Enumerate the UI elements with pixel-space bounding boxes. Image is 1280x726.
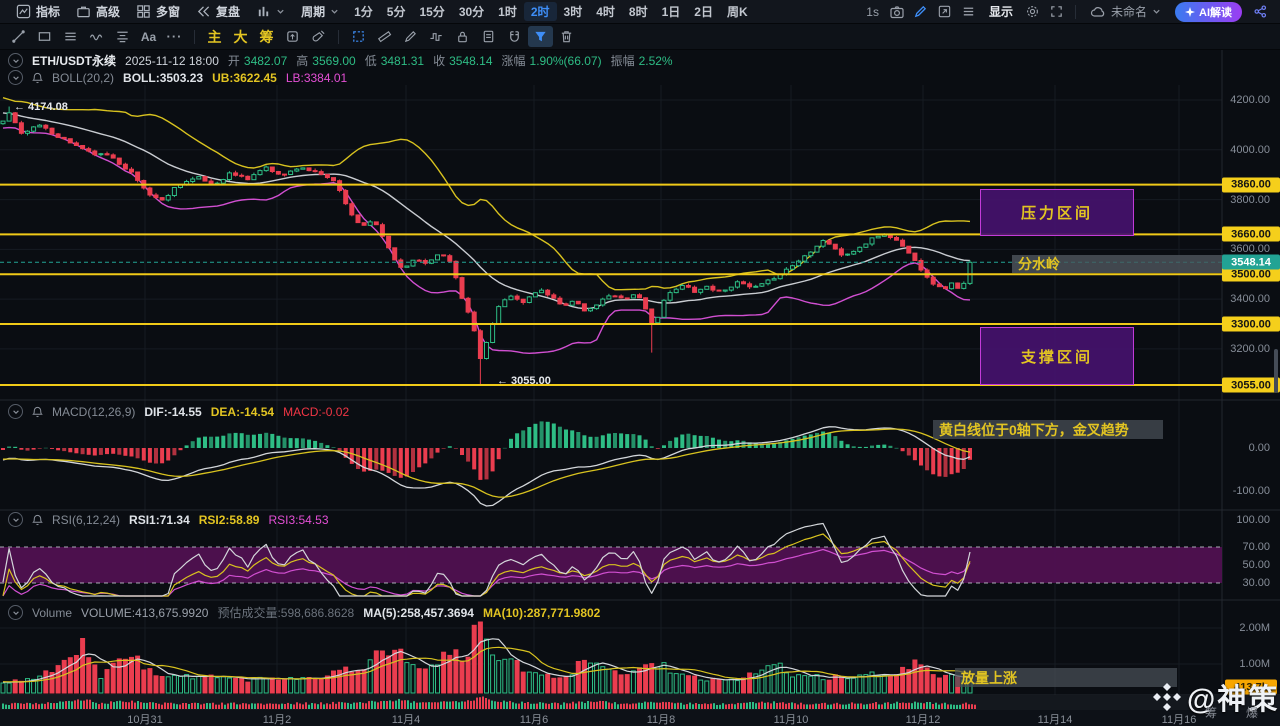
timeframe-4时[interactable]: 4时 (589, 2, 622, 21)
display-button[interactable]: 显示 (981, 3, 1021, 20)
advanced-button[interactable]: 高级 (68, 3, 128, 20)
list-icon (961, 4, 976, 19)
annotate-tool[interactable] (398, 26, 423, 47)
timeframe-8时[interactable]: 8时 (622, 2, 655, 21)
timeframe-周K[interactable]: 周K (720, 2, 755, 21)
filter-tool[interactable] (528, 26, 553, 47)
indicator-button[interactable]: 指标 (8, 3, 68, 20)
ai-analysis-button[interactable]: AI解读 (1175, 2, 1242, 22)
draw-mode-button[interactable] (909, 4, 933, 19)
pattern-tool[interactable] (424, 26, 449, 47)
note-icon (481, 29, 496, 44)
ruler-icon (377, 29, 392, 44)
display-label: 显示 (989, 3, 1013, 20)
divider (338, 30, 339, 44)
drawing-toolbar: Aa ··· 主 大 筹 (0, 24, 1280, 50)
layout-button[interactable]: 未命名 (1082, 3, 1169, 20)
chart-style-button[interactable] (248, 4, 293, 19)
timeframe-group: 1分5分15分30分1时2时3时4时8时1日2日周K (347, 2, 755, 21)
timeframe-3时[interactable]: 3时 (557, 2, 590, 21)
gear-icon (1025, 4, 1040, 19)
timeframe-30分[interactable]: 30分 (452, 2, 491, 21)
timeframe-1日[interactable]: 1日 (655, 2, 688, 21)
wave-icon (89, 29, 105, 44)
indicator-label: 指标 (36, 3, 60, 20)
large-chart-tool[interactable]: 大 (228, 26, 253, 47)
rotate-icon (285, 29, 300, 44)
share-icon (1253, 4, 1268, 19)
cloud-icon (1090, 4, 1106, 20)
chip-tool[interactable]: 筹 (254, 26, 279, 47)
multi-window-button[interactable]: 多窗 (128, 3, 188, 20)
chevron-down-icon (1152, 7, 1161, 16)
divider (194, 30, 195, 44)
new-pane-button[interactable] (933, 4, 957, 19)
trend-line-tool[interactable] (6, 26, 31, 47)
rectangle-icon (37, 29, 52, 44)
trend-line-icon (11, 29, 26, 44)
object-tree-button[interactable] (957, 4, 981, 19)
camera-icon (889, 4, 905, 20)
briefcase-icon (76, 4, 91, 19)
timeframe-1分[interactable]: 1分 (347, 2, 380, 21)
delete-tool[interactable] (554, 26, 579, 47)
brush-tool[interactable] (306, 26, 331, 47)
magnet-tool[interactable] (502, 26, 527, 47)
select-rect-icon (351, 29, 366, 44)
rotate-tool[interactable] (280, 26, 305, 47)
pencil-icon (913, 4, 928, 19)
text-tool[interactable]: Aa (136, 26, 161, 47)
timeframe-1时[interactable]: 1时 (491, 2, 524, 21)
chart-style-icon (256, 4, 271, 19)
fib-tool[interactable] (110, 26, 135, 47)
measure-tool[interactable] (372, 26, 397, 47)
timeframe-15分[interactable]: 15分 (412, 2, 451, 21)
select-tool[interactable] (346, 26, 371, 47)
parallel-lines-icon (63, 29, 78, 44)
fib-lines-icon (115, 29, 130, 44)
chevron-down-icon (330, 7, 339, 16)
expand-icon (1049, 4, 1064, 19)
chevron-down-icon (276, 7, 285, 16)
lock-icon (455, 29, 470, 44)
settings-button[interactable] (1021, 4, 1045, 19)
indicator-icon (16, 4, 31, 19)
pane-arrow-icon (937, 4, 952, 19)
advanced-label: 高级 (96, 3, 120, 20)
period-label: 周期 (301, 3, 325, 20)
rectangle-tool[interactable] (32, 26, 57, 47)
rewind-icon (196, 4, 211, 19)
pattern-icon (429, 29, 445, 44)
main-chart-tool[interactable]: 主 (202, 26, 227, 47)
parallel-lines-tool[interactable] (58, 26, 83, 47)
multi-window-label: 多窗 (156, 3, 180, 20)
fullscreen-button[interactable] (1045, 4, 1069, 19)
share-button[interactable] (1248, 4, 1272, 19)
chart-canvas[interactable] (0, 0, 1280, 726)
lock-tool[interactable] (450, 26, 475, 47)
divider (1075, 5, 1076, 19)
brush-icon (311, 29, 326, 44)
sparkle-icon (1185, 7, 1195, 17)
replay-label: 复盘 (216, 3, 240, 20)
layout-name: 未命名 (1111, 3, 1147, 20)
screenshot-button[interactable] (885, 4, 909, 20)
period-button[interactable]: 周期 (293, 3, 347, 20)
magnet-icon (507, 29, 522, 44)
ai-analysis-label: AI解读 (1199, 4, 1232, 20)
pen-icon (403, 29, 418, 44)
funnel-icon (533, 29, 548, 44)
trash-icon (559, 29, 574, 44)
timeframe-2时[interactable]: 2时 (524, 2, 557, 21)
note-tool[interactable] (476, 26, 501, 47)
top-toolbar: 指标 高级 多窗 复盘 周期 1分5分15分30分1时2时3时 (0, 0, 1280, 24)
wave-tool[interactable] (84, 26, 109, 47)
refresh-interval[interactable]: 1s (860, 5, 885, 19)
replay-button[interactable]: 复盘 (188, 3, 248, 20)
trading-app: 指标 高级 多窗 复盘 周期 1分5分15分30分1时2时3时 (0, 0, 1280, 726)
timeframe-5分[interactable]: 5分 (380, 2, 413, 21)
more-tools-button[interactable]: ··· (162, 26, 187, 47)
multi-window-icon (136, 4, 151, 19)
timeframe-2日[interactable]: 2日 (687, 2, 720, 21)
